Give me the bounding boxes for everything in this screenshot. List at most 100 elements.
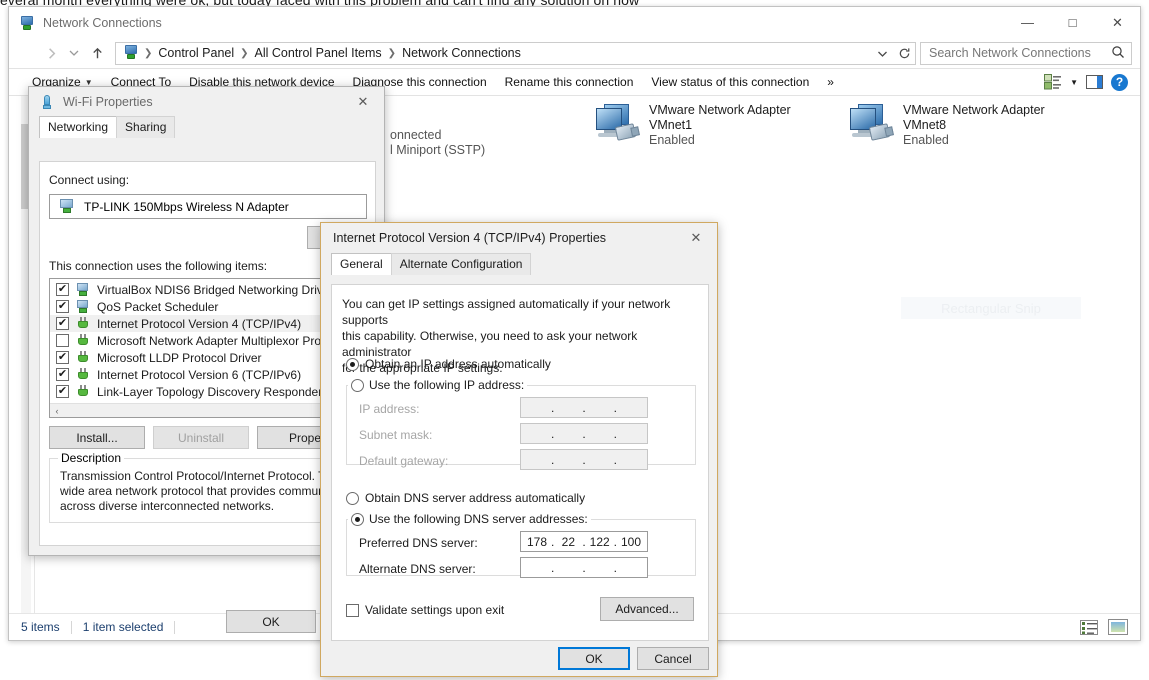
item-checkbox[interactable]: ✔: [56, 283, 69, 296]
tab-networking[interactable]: Networking: [39, 116, 118, 138]
up-button[interactable]: [85, 41, 109, 65]
use-following-dns-radio-row[interactable]: Use the following DNS server addresses:: [348, 512, 591, 526]
obtain-dns-automatically-radio-row[interactable]: Obtain DNS server address automatically: [346, 491, 585, 505]
obtain-dns-automatically-label: Obtain DNS server address automatically: [365, 491, 586, 505]
alternate-dns-input[interactable]: ...: [520, 557, 648, 578]
breadcrumb-all-control-panel-items[interactable]: All Control Panel Items: [250, 43, 387, 64]
preferred-dns-input[interactable]: 178. 22. 122. 100: [520, 531, 648, 552]
breadcrumb-control-panel[interactable]: Control Panel: [153, 43, 239, 64]
breadcrumb-network-connections[interactable]: Network Connections: [397, 43, 526, 64]
wifi-adapter-icon: [39, 94, 55, 110]
use-following-dns-label: Use the following DNS server addresses:: [369, 512, 588, 526]
uninstall-button[interactable]: Uninstall: [153, 426, 249, 449]
items-horizontal-scrollbar[interactable]: ‹: [50, 403, 366, 417]
close-button[interactable]: ✕: [1095, 7, 1140, 38]
tcp-ok-button[interactable]: OK: [558, 647, 630, 670]
validate-settings-row[interactable]: Validate settings upon exit: [346, 603, 504, 617]
toolbar-view-status[interactable]: View status of this connection: [642, 72, 818, 92]
tab-sharing[interactable]: Sharing: [116, 116, 176, 138]
manual-dns-groupbox: Use the following DNS server addresses: …: [346, 512, 696, 578]
search-icon[interactable]: [1111, 45, 1125, 62]
alternate-dns-row: Alternate DNS server:: [359, 562, 476, 576]
wifi-dialog-close-button[interactable]: ✕: [342, 87, 384, 117]
preview-pane-icon[interactable]: [1086, 75, 1103, 89]
validate-settings-checkbox[interactable]: [346, 603, 359, 617]
preferred-dns-octet-1[interactable]: 178: [525, 535, 549, 549]
item-checkbox[interactable]: [56, 334, 69, 347]
pdns-dot-3: .: [613, 534, 618, 549]
preferred-dns-octet-4[interactable]: 100: [619, 535, 643, 549]
list-item[interactable]: ✔ Internet Protocol Version 4 (TCP/IPv4): [50, 315, 366, 332]
connection-status: Enabled: [649, 133, 695, 147]
ip-address-input[interactable]: ...: [520, 397, 648, 418]
breadcrumb: ❯ Control Panel ❯ All Control Panel Item…: [143, 43, 871, 64]
tab-general[interactable]: General: [331, 253, 392, 275]
description-text: Transmission Control Protocol/Internet P…: [50, 459, 366, 514]
refresh-icon[interactable]: [893, 43, 915, 64]
list-item[interactable]: ✔ QoS Packet Scheduler: [50, 298, 366, 315]
ip-dot-2: .: [582, 400, 586, 415]
use-following-ip-radio[interactable]: [351, 378, 364, 392]
subnet-mask-input[interactable]: ...: [520, 423, 648, 444]
wifi-ok-button[interactable]: OK: [226, 610, 316, 633]
minimize-button[interactable]: —: [1005, 7, 1050, 38]
item-checkbox[interactable]: ✔: [56, 385, 69, 398]
view-options-icon[interactable]: [1044, 74, 1062, 90]
tcp-general-panel: You can get IP settings assigned automat…: [331, 284, 709, 641]
back-button[interactable]: arrow-left-icon: [13, 41, 37, 65]
status-items-count: 5 items: [21, 620, 60, 634]
address-dropdown-icon[interactable]: [871, 43, 893, 64]
protocol-icon: [75, 367, 91, 382]
search-input[interactable]: Search Network Connections: [929, 46, 1091, 60]
tcp-dialog-close-button[interactable]: ✕: [675, 223, 717, 253]
scroll-left-icon[interactable]: ‹: [50, 406, 64, 416]
validate-settings-label: Validate settings upon exit: [365, 603, 505, 617]
adapter-name-field[interactable]: TP-LINK 150Mbps Wireless N Adapter: [49, 194, 367, 219]
description-line-3: across diverse interconnected networks.: [60, 499, 275, 513]
list-item[interactable]: Microsoft Network Adapter Multiplexor Pr…: [50, 332, 366, 349]
address-bar: arrow-left-icon ❯ Control Panel ❯ All Co…: [9, 38, 1140, 68]
address-bar-actions: [871, 42, 915, 65]
default-gateway-row: Default gateway:: [359, 454, 448, 468]
recent-locations-button[interactable]: [65, 41, 83, 65]
address-box[interactable]: ❯ Control Panel ❯ All Control Panel Item…: [115, 41, 916, 65]
default-gateway-input[interactable]: ...: [520, 449, 648, 470]
preferred-dns-octet-2[interactable]: 22: [556, 535, 580, 549]
search-box[interactable]: Search Network Connections: [920, 41, 1132, 65]
rectangular-snip-overlay: Rectangular Snip: [901, 297, 1081, 319]
list-item[interactable]: ✔ Link-Layer Topology Discovery Responde…: [50, 383, 366, 400]
use-following-dns-radio[interactable]: [351, 512, 364, 526]
advanced-button[interactable]: Advanced...: [600, 597, 694, 621]
forward-button[interactable]: [39, 41, 63, 65]
list-item[interactable]: ✔ Internet Protocol Version 6 (TCP/IPv6): [50, 366, 366, 383]
item-checkbox[interactable]: ✔: [56, 317, 69, 330]
help-icon[interactable]: ?: [1111, 73, 1128, 91]
use-following-ip-radio-row[interactable]: Use the following IP address:: [348, 378, 528, 392]
list-item[interactable]: VMware Network Adapter VMnet1 Enabled: [592, 102, 791, 148]
list-item[interactable]: VMware Network Adapter VMnet8 Enabled: [846, 102, 1045, 148]
toolbar-right-group: ▼ ?: [1044, 73, 1140, 91]
adns-dot-1: .: [550, 560, 555, 575]
vmware-adapter-icon: [592, 102, 640, 144]
item-checkbox[interactable]: ✔: [56, 368, 69, 381]
obtain-dns-automatically-radio[interactable]: [346, 491, 359, 505]
preferred-dns-octet-3[interactable]: 122: [588, 535, 612, 549]
toolbar-rename-connection[interactable]: Rename this connection: [496, 72, 643, 92]
list-item[interactable]: ✔ Microsoft LLDP Protocol Driver: [50, 349, 366, 366]
toolbar-overflow[interactable]: »: [818, 72, 843, 92]
help-glyph: ?: [1115, 75, 1124, 89]
details-view-icon[interactable]: [1080, 619, 1098, 635]
maximize-button[interactable]: □: [1050, 7, 1095, 38]
obtain-ip-automatically-radio[interactable]: [346, 357, 359, 371]
item-checkbox[interactable]: ✔: [56, 351, 69, 364]
list-item[interactable]: onnected l Miniport (SSTP): [390, 106, 485, 158]
gateway-dot-2: .: [582, 452, 586, 467]
list-item[interactable]: ✔ VirtualBox NDIS6 Bridged Networking Dr…: [50, 281, 366, 298]
tab-alternate-configuration[interactable]: Alternate Configuration: [390, 253, 532, 275]
item-checkbox[interactable]: ✔: [56, 300, 69, 313]
view-options-caret-icon[interactable]: ▼: [1070, 78, 1078, 87]
tcp-cancel-button[interactable]: Cancel: [637, 647, 709, 670]
install-button[interactable]: Install...: [49, 426, 145, 449]
obtain-ip-automatically-radio-row[interactable]: Obtain an IP address automatically: [346, 357, 551, 371]
large-icons-view-icon[interactable]: [1108, 619, 1128, 635]
